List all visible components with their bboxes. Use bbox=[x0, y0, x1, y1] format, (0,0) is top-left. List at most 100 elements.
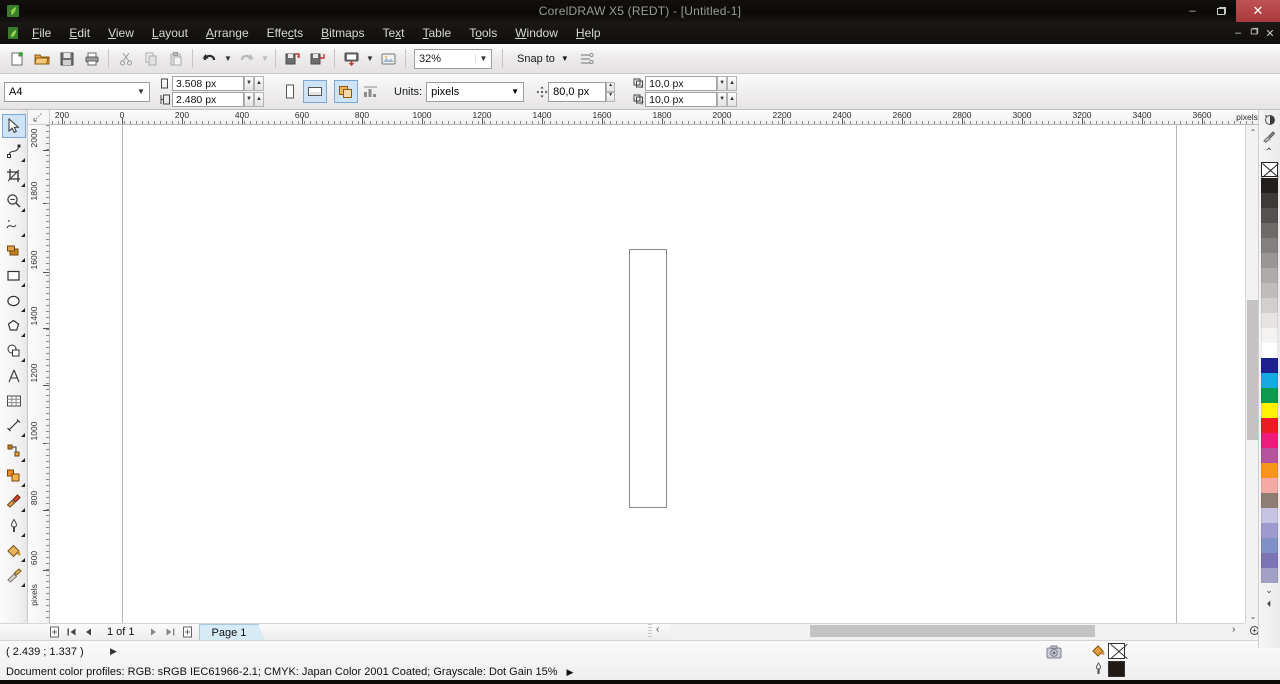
palette-swatch[interactable] bbox=[1261, 223, 1278, 238]
palette-swatch[interactable] bbox=[1261, 448, 1278, 463]
palette-swatch[interactable] bbox=[1261, 478, 1278, 493]
portrait-icon[interactable] bbox=[278, 80, 302, 103]
scroll-left-icon[interactable]: ‹ bbox=[656, 624, 659, 635]
flyout-arrow-icon[interactable] bbox=[20, 483, 25, 487]
palette-swatch[interactable] bbox=[1261, 238, 1278, 253]
horizontal-ruler[interactable]: 200 0 200 400 600 800 1000 1200 1400 1600 1800 2000… bbox=[50, 110, 1258, 125]
fill-bucket-icon[interactable] bbox=[1088, 644, 1108, 658]
flyout-arrow-icon[interactable] bbox=[20, 283, 25, 287]
nudge-distance-input[interactable]: 80,0 px bbox=[548, 81, 607, 102]
horizontal-scrollbar[interactable] bbox=[670, 623, 1245, 637]
palette-swatch[interactable] bbox=[1261, 523, 1278, 538]
first-page-button[interactable] bbox=[63, 625, 80, 640]
palette-scroll-down-icon[interactable]: ⌄ bbox=[1259, 583, 1279, 597]
shape-tool[interactable] bbox=[2, 139, 26, 163]
restore-button[interactable] bbox=[1207, 0, 1236, 22]
drawing-canvas[interactable] bbox=[50, 125, 1245, 623]
connector-tool[interactable] bbox=[2, 439, 26, 463]
flyout-arrow-icon[interactable] bbox=[20, 558, 25, 562]
palette-swatch[interactable] bbox=[1261, 373, 1278, 388]
flyout-arrow-icon[interactable] bbox=[20, 508, 25, 512]
palette-swatch[interactable] bbox=[1261, 568, 1278, 583]
polygon-tool[interactable] bbox=[2, 314, 26, 338]
nudge-spinner[interactable]: ▲ ▼ bbox=[606, 81, 616, 102]
palette-swatch[interactable] bbox=[1261, 538, 1278, 553]
smart-fill-tool[interactable] bbox=[2, 239, 26, 263]
outline-pen-icon[interactable] bbox=[1088, 662, 1108, 676]
crop-tool[interactable] bbox=[2, 164, 26, 188]
ruler-origin-button[interactable] bbox=[28, 110, 50, 125]
palette-swatch[interactable] bbox=[1261, 298, 1278, 313]
freehand-tool[interactable] bbox=[2, 214, 26, 238]
undo-dropdown-icon[interactable]: ▼ bbox=[222, 47, 234, 71]
zoom-level-combobox[interactable]: 32% ▼ bbox=[414, 48, 492, 69]
add-page-after-icon[interactable] bbox=[179, 625, 196, 640]
publish-dropdown-icon[interactable]: ▼ bbox=[364, 47, 376, 71]
doc-minimize-button[interactable]: – bbox=[1230, 27, 1246, 39]
palette-swatch[interactable] bbox=[1261, 343, 1278, 358]
chevron-down-icon[interactable]: ▼ bbox=[133, 87, 149, 96]
color-styles-icon[interactable] bbox=[1259, 112, 1279, 128]
previous-page-button[interactable] bbox=[80, 625, 97, 640]
flyout-arrow-icon[interactable] bbox=[20, 308, 25, 312]
chevron-down-icon[interactable]: ▼ bbox=[475, 54, 491, 63]
flyout-arrow-icon[interactable] bbox=[20, 208, 25, 212]
flyout-arrow-icon[interactable] bbox=[20, 183, 25, 187]
coords-expand-arrow[interactable]: ▶ bbox=[110, 646, 117, 657]
menu-item-help[interactable]: Help bbox=[567, 23, 610, 43]
cut-icon[interactable] bbox=[113, 47, 138, 71]
close-button[interactable]: ✕ bbox=[1236, 0, 1280, 22]
menu-item-layout[interactable]: Layout bbox=[143, 23, 197, 43]
vertical-scrollbar[interactable]: ⌃ ⌄ bbox=[1245, 125, 1260, 623]
color-eyedropper-icon[interactable] bbox=[1259, 128, 1279, 144]
save-icon[interactable] bbox=[54, 47, 79, 71]
vertical-ruler[interactable]: 2000 1800 1600 1400 1200 1000 800 600 pixels bbox=[28, 125, 50, 623]
table-tool[interactable] bbox=[2, 389, 26, 413]
palette-swatch[interactable] bbox=[1261, 208, 1278, 223]
no-color-swatch[interactable] bbox=[1261, 162, 1278, 177]
duplicate-x-input[interactable]: 10,0 px bbox=[645, 76, 718, 91]
duplicate-x-spinner[interactable]: ▼ ▲ bbox=[717, 76, 738, 91]
flyout-arrow-icon[interactable] bbox=[20, 583, 25, 587]
menu-item-bitmaps[interactable]: Bitmaps bbox=[312, 23, 373, 43]
palette-swatch[interactable] bbox=[1261, 178, 1278, 193]
palette-swatch[interactable] bbox=[1261, 418, 1278, 433]
palette-swatch[interactable] bbox=[1261, 193, 1278, 208]
menu-item-edit[interactable]: Edit bbox=[60, 23, 99, 43]
open-document-icon[interactable] bbox=[29, 47, 54, 71]
menu-item-window[interactable]: Window bbox=[506, 23, 567, 43]
paste-icon[interactable] bbox=[163, 47, 188, 71]
page-height-input[interactable]: 2.480 px bbox=[172, 92, 244, 107]
duplicate-y-spinner[interactable]: ▼ ▲ bbox=[717, 92, 738, 107]
application-launcher-icon[interactable] bbox=[376, 47, 401, 71]
duplicate-y-input[interactable]: 10,0 px bbox=[645, 92, 718, 107]
redo-icon[interactable] bbox=[234, 47, 259, 71]
pick-tool[interactable] bbox=[1, 114, 26, 138]
document-icon[interactable] bbox=[3, 24, 23, 42]
palette-swatch[interactable] bbox=[1261, 403, 1278, 418]
options-icon[interactable] bbox=[575, 47, 600, 71]
palette-swatch[interactable] bbox=[1261, 268, 1278, 283]
fill-tool[interactable] bbox=[2, 539, 26, 563]
palette-swatch[interactable] bbox=[1261, 508, 1278, 523]
page-height-spinner[interactable]: ▼ ▲ bbox=[244, 92, 264, 107]
color-profiles-expand-arrow[interactable]: ▶ bbox=[567, 667, 574, 677]
publish-pdf-icon[interactable] bbox=[339, 47, 364, 71]
last-page-button[interactable] bbox=[162, 625, 179, 640]
color-eyedropper-tool[interactable] bbox=[2, 489, 26, 513]
outline-tool[interactable] bbox=[2, 514, 26, 538]
text-tool[interactable] bbox=[2, 364, 26, 388]
palette-swatch[interactable] bbox=[1261, 553, 1278, 568]
fill-color-swatch-none[interactable] bbox=[1108, 643, 1125, 659]
palette-swatch[interactable] bbox=[1261, 358, 1278, 373]
palette-swatch[interactable] bbox=[1261, 493, 1278, 508]
palette-swatch[interactable] bbox=[1261, 388, 1278, 403]
menu-item-arrange[interactable]: Arrange bbox=[197, 23, 258, 43]
rectangle-shape[interactable] bbox=[629, 249, 667, 508]
rectangle-tool[interactable] bbox=[2, 264, 26, 288]
palette-swatch[interactable] bbox=[1261, 283, 1278, 298]
flyout-arrow-icon[interactable] bbox=[20, 158, 25, 162]
chevron-down-icon[interactable]: ▼ bbox=[561, 54, 569, 63]
blend-tool[interactable] bbox=[2, 464, 26, 488]
chevron-down-icon[interactable]: ▼ bbox=[507, 87, 523, 96]
